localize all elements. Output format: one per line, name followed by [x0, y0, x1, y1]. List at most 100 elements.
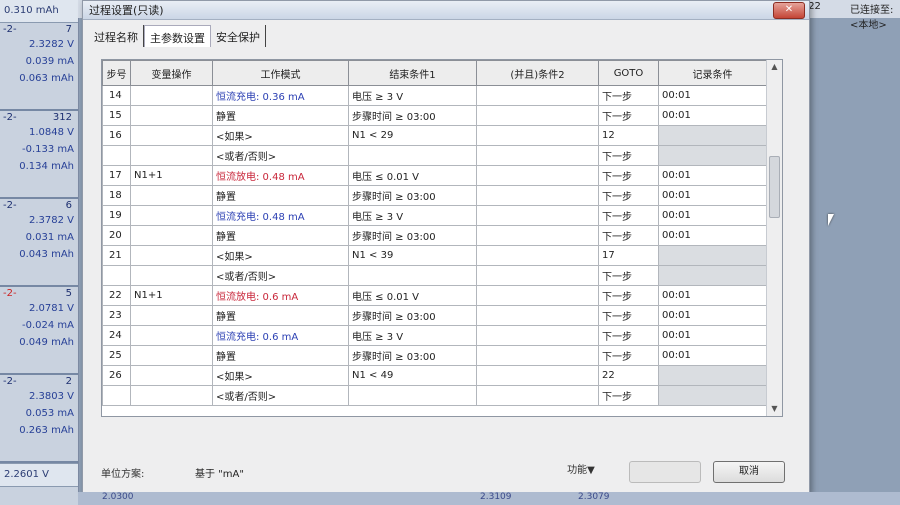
cell-end-condition-1[interactable]: N1 < 39 [348, 245, 477, 266]
cell-variable-op[interactable] [130, 345, 213, 366]
cell-record-condition[interactable]: 00:01 [658, 165, 767, 186]
close-button[interactable]: ✕ [773, 2, 805, 19]
step-grid[interactable]: 步号 变量操作 工作模式 结束条件1 (并且)条件2 GOTO 记录条件 14 恒… [101, 59, 783, 417]
channel-block[interactable]: -2- 7 2.3282 V 0.039 mA 0.063 mAh [0, 23, 78, 111]
cell-goto[interactable]: 下一步 [598, 85, 659, 106]
cell-step[interactable]: 17 [102, 165, 131, 186]
table-row[interactable]: 15 静置 步骤时间 ≥ 03:00 下一步 00:01 [102, 105, 767, 126]
cell-work-mode[interactable]: <或者/否则> [212, 385, 349, 406]
channel-block[interactable]: -2- 312 1.0848 V -0.133 mA 0.134 mAh [0, 111, 78, 199]
cell-goto[interactable]: 下一步 [598, 385, 659, 406]
cell-end-condition-1[interactable]: 步骤时间 ≥ 03:00 [348, 105, 477, 126]
cell-variable-op[interactable] [130, 105, 213, 126]
cell-step[interactable] [102, 385, 131, 406]
col-variable-op[interactable]: 变量操作 [130, 60, 213, 86]
table-row[interactable]: 14 恒流充电: 0.36 mA 电压 ≥ 3 V 下一步 00:01 [102, 85, 767, 106]
col-end-condition-2[interactable]: (并且)条件2 [476, 60, 599, 86]
cell-variable-op[interactable] [130, 245, 213, 266]
cell-work-mode[interactable]: 恒流放电: 0.6 mA [212, 285, 349, 306]
cell-step[interactable]: 14 [102, 85, 131, 106]
col-step[interactable]: 步号 [102, 60, 131, 86]
cell-goto[interactable]: 下一步 [598, 105, 659, 126]
cell-goto[interactable]: 下一步 [598, 205, 659, 226]
cell-end-condition-2[interactable] [476, 165, 599, 186]
cell-end-condition-2[interactable] [476, 145, 599, 166]
table-row[interactable]: <或者/否则> 下一步 [102, 145, 767, 166]
cell-step[interactable]: 18 [102, 185, 131, 206]
cell-record-condition[interactable]: 00:01 [658, 205, 767, 226]
table-row[interactable]: <或者/否则> 下一步 [102, 265, 767, 286]
table-row[interactable]: 21 <如果> N1 < 39 17 [102, 245, 767, 266]
cell-step[interactable]: 24 [102, 325, 131, 346]
cell-variable-op[interactable] [130, 85, 213, 106]
cell-end-condition-1[interactable]: 步骤时间 ≥ 03:00 [348, 225, 477, 246]
cancel-button[interactable]: 取消 [713, 461, 785, 483]
cell-goto[interactable]: 下一步 [598, 285, 659, 306]
scroll-down-icon[interactable]: ▼ [767, 402, 782, 416]
cell-step[interactable]: 21 [102, 245, 131, 266]
cell-end-condition-2[interactable] [476, 245, 599, 266]
cell-work-mode[interactable]: <如果> [212, 245, 349, 266]
cell-end-condition-2[interactable] [476, 385, 599, 406]
cell-end-condition-2[interactable] [476, 225, 599, 246]
cell-variable-op[interactable]: N1+1 [130, 165, 213, 186]
table-row[interactable]: 23 静置 步骤时间 ≥ 03:00 下一步 00:01 [102, 305, 767, 326]
cell-step[interactable]: 26 [102, 365, 131, 386]
col-end-condition-1[interactable]: 结束条件1 [348, 60, 477, 86]
tab-main-parameters[interactable]: 主参数设置 [144, 25, 211, 47]
scroll-up-icon[interactable]: ▲ [767, 60, 782, 74]
cell-goto[interactable]: 下一步 [598, 165, 659, 186]
cell-record-condition[interactable] [658, 245, 767, 266]
cell-work-mode[interactable]: 恒流放电: 0.48 mA [212, 165, 349, 186]
table-row[interactable]: 20 静置 步骤时间 ≥ 03:00 下一步 00:01 [102, 225, 767, 246]
cell-work-mode[interactable]: 静置 [212, 345, 349, 366]
table-row[interactable]: 18 静置 步骤时间 ≥ 03:00 下一步 00:01 [102, 185, 767, 206]
table-row[interactable]: 22 N1+1 恒流放电: 0.6 mA 电压 ≤ 0.01 V 下一步 00:01 [102, 285, 767, 306]
cell-end-condition-1[interactable]: 步骤时间 ≥ 03:00 [348, 345, 477, 366]
cell-variable-op[interactable] [130, 385, 213, 406]
channel-block[interactable]: -2- 5 2.0781 V -0.024 mA 0.049 mAh [0, 287, 78, 375]
cell-end-condition-2[interactable] [476, 125, 599, 146]
cell-variable-op[interactable] [130, 265, 213, 286]
cell-end-condition-1[interactable] [348, 385, 477, 406]
cell-work-mode[interactable]: <或者/否则> [212, 145, 349, 166]
cell-work-mode[interactable]: 恒流充电: 0.6 mA [212, 325, 349, 346]
cell-goto[interactable]: 下一步 [598, 185, 659, 206]
cell-end-condition-2[interactable] [476, 285, 599, 306]
cell-end-condition-2[interactable] [476, 185, 599, 206]
cell-variable-op[interactable] [130, 205, 213, 226]
cell-end-condition-1[interactable]: 电压 ≥ 3 V [348, 325, 477, 346]
cell-record-condition[interactable]: 00:01 [658, 225, 767, 246]
cell-work-mode[interactable]: 静置 [212, 305, 349, 326]
cell-end-condition-1[interactable] [348, 265, 477, 286]
cell-end-condition-2[interactable] [476, 265, 599, 286]
cell-variable-op[interactable] [130, 125, 213, 146]
cell-step[interactable] [102, 265, 131, 286]
cell-goto[interactable]: 22 [598, 365, 659, 386]
cell-goto[interactable]: 下一步 [598, 225, 659, 246]
cell-end-condition-2[interactable] [476, 105, 599, 126]
cell-work-mode[interactable]: <或者/否则> [212, 265, 349, 286]
cell-end-condition-2[interactable] [476, 345, 599, 366]
cell-end-condition-1[interactable]: 步骤时间 ≥ 03:00 [348, 185, 477, 206]
cell-work-mode[interactable]: <如果> [212, 125, 349, 146]
cell-goto[interactable]: 下一步 [598, 345, 659, 366]
cell-work-mode[interactable]: 恒流充电: 0.36 mA [212, 85, 349, 106]
col-work-mode[interactable]: 工作模式 [212, 60, 349, 86]
cell-goto[interactable]: 12 [598, 125, 659, 146]
cell-end-condition-2[interactable] [476, 365, 599, 386]
scroll-thumb[interactable] [769, 156, 780, 218]
cell-record-condition[interactable]: 00:01 [658, 85, 767, 106]
table-row[interactable]: 24 恒流充电: 0.6 mA 电压 ≥ 3 V 下一步 00:01 [102, 325, 767, 346]
cell-end-condition-2[interactable] [476, 325, 599, 346]
cell-goto[interactable]: 下一步 [598, 305, 659, 326]
col-goto[interactable]: GOTO [598, 60, 659, 86]
cell-record-condition[interactable]: 00:01 [658, 325, 767, 346]
cell-end-condition-1[interactable]: 电压 ≥ 3 V [348, 85, 477, 106]
cell-record-condition[interactable] [658, 145, 767, 166]
cell-step[interactable]: 19 [102, 205, 131, 226]
col-record-condition[interactable]: 记录条件 [658, 60, 767, 86]
cell-end-condition-1[interactable]: 电压 ≥ 3 V [348, 205, 477, 226]
dialog-titlebar[interactable]: 过程设置(只读) ✕ [83, 1, 809, 20]
cell-record-condition[interactable] [658, 265, 767, 286]
